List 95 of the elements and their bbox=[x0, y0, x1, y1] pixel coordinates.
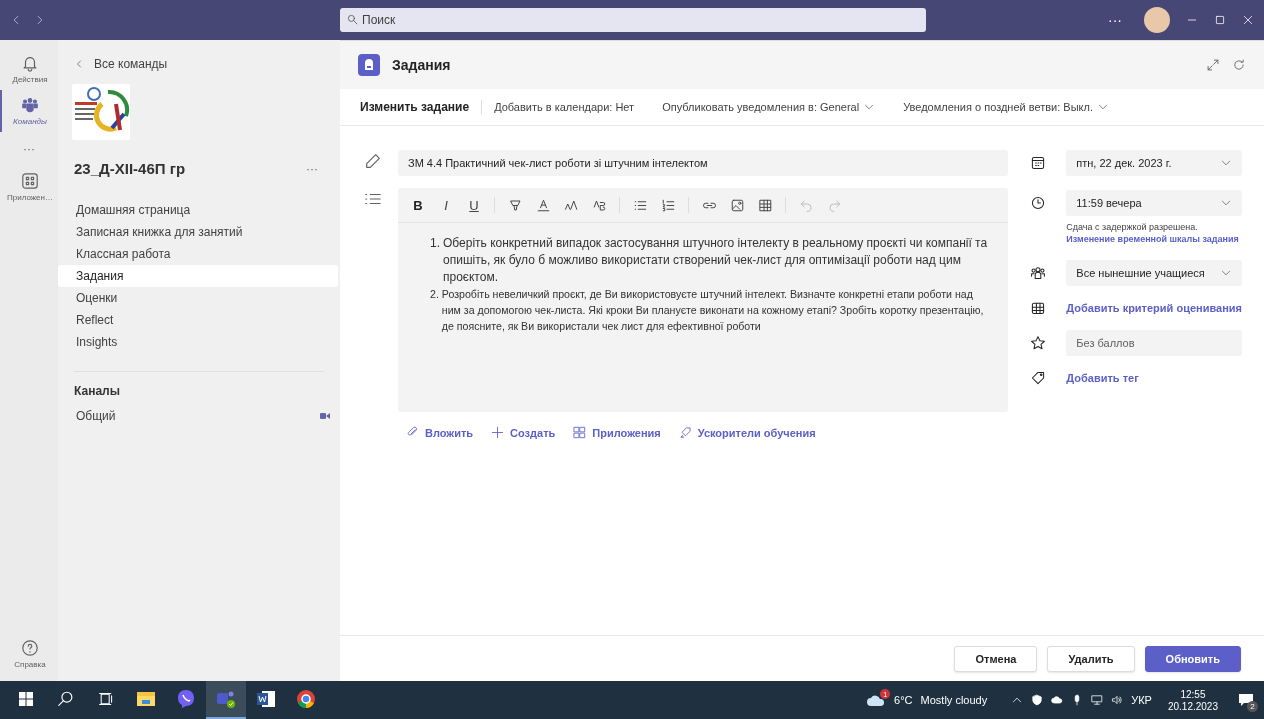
instructions-editor[interactable] bbox=[398, 188, 1009, 412]
expand-icon bbox=[1206, 58, 1220, 72]
attachment-action[interactable]: Приложения bbox=[573, 426, 661, 439]
search-glyph-icon bbox=[57, 690, 75, 708]
instruction-text: Розробіть невеличкий проєкт, де Ви використовуєте штучний інтелект. Визначте конкретні етапи роботи над ним за допомогою чек-листа. Які кроки Ви плануєте виконати на кожному етапі? Зробіть коротку презентацію, де поясните, як Ви використали чек лист для ефективної роботи bbox=[441, 287, 985, 334]
rail-item[interactable]: Приложен… bbox=[0, 166, 58, 208]
attachment-action[interactable]: Вложить bbox=[406, 426, 474, 439]
nav-item[interactable]: Записная книжка для занятий bbox=[58, 221, 338, 243]
temperature: 6°C bbox=[894, 694, 913, 706]
channel-item[interactable]: Общий bbox=[58, 404, 340, 428]
backpack-icon bbox=[358, 54, 380, 76]
format-button[interactable]: U bbox=[462, 193, 486, 217]
timeline-link[interactable]: Изменение временной шкалы задания bbox=[1066, 234, 1242, 244]
nav-item[interactable]: Insights bbox=[58, 331, 338, 353]
setting-dropdown[interactable]: Уведомления о поздней ветви: Выкл. bbox=[903, 101, 1109, 113]
video-camera-icon bbox=[320, 412, 330, 420]
weather-text: Mostly cloudy bbox=[920, 694, 988, 706]
clock-time: 12:55 bbox=[1180, 688, 1206, 700]
points-field[interactable]: Без баллов bbox=[1066, 330, 1242, 356]
maximize-icon bbox=[1214, 14, 1226, 26]
nav-item[interactable]: Оценки bbox=[58, 287, 338, 309]
nav-item[interactable]: Reflect bbox=[58, 309, 338, 331]
rail-item[interactable]: Действия bbox=[0, 48, 58, 90]
setting-dropdown[interactable]: Опубликовать уведомления в: General bbox=[662, 101, 876, 113]
font-color-glyph-icon bbox=[535, 197, 551, 213]
task-view-icon bbox=[98, 691, 114, 707]
due-date-dropdown[interactable]: птн, 22 дек. 2023 г. bbox=[1066, 150, 1242, 176]
nav-item[interactable]: Задания bbox=[58, 265, 338, 287]
add-tag-link[interactable]: Добавить тег bbox=[1066, 372, 1242, 384]
folder-icon bbox=[137, 691, 155, 707]
more-apps-button[interactable]: ··· bbox=[23, 132, 35, 166]
back-link[interactable]: Все команды bbox=[58, 56, 174, 72]
format-button[interactable]: B bbox=[406, 193, 430, 217]
chat-bubble-icon bbox=[176, 689, 196, 709]
close-icon bbox=[1242, 14, 1254, 26]
footer-button[interactable]: Отмена bbox=[954, 645, 1038, 672]
channels-heading: Каналы bbox=[74, 371, 324, 398]
onedrive-cloud-icon bbox=[1051, 694, 1064, 706]
speaker-icon bbox=[1111, 694, 1124, 706]
title-field[interactable]: ЗМ 4.4 Практичний чек-лист роботи зі штучним інтелектом bbox=[398, 150, 1009, 176]
help-button[interactable]: Справка bbox=[0, 633, 58, 675]
due-time-dropdown[interactable]: 11:59 вечера bbox=[1066, 190, 1242, 216]
list-number: 1. bbox=[430, 235, 440, 252]
network-icon bbox=[1091, 694, 1104, 706]
list-number: 2. bbox=[430, 287, 439, 302]
assign-to-dropdown[interactable]: Все нынешние учащиеся bbox=[1066, 260, 1242, 286]
team-name: 23_Д-XII-46П гр bbox=[74, 160, 186, 177]
bell-icon bbox=[21, 54, 39, 72]
setting-dropdown[interactable]: Добавить в календари: Нет bbox=[494, 101, 635, 113]
nav-item[interactable]: Домашняя страница bbox=[58, 199, 338, 221]
late-submission-note: Сдача с задержкой разрешена. bbox=[1066, 222, 1199, 232]
picture-icon bbox=[729, 197, 745, 213]
apps-icon bbox=[21, 172, 39, 190]
app-title: Задания bbox=[392, 57, 451, 73]
attachment-action[interactable]: Ускорители обучения bbox=[678, 426, 816, 439]
star-icon bbox=[1030, 335, 1047, 351]
paperclip-icon bbox=[406, 426, 419, 439]
people-icon bbox=[21, 96, 39, 114]
numbers-icon bbox=[660, 197, 676, 213]
back-chevron-icon bbox=[74, 59, 84, 69]
windows-logo-icon bbox=[19, 692, 33, 706]
clock-icon bbox=[1030, 195, 1047, 211]
plus-icon bbox=[491, 426, 505, 439]
people-icon bbox=[1030, 265, 1047, 281]
refresh-icon bbox=[1232, 58, 1246, 72]
instruction-text: Оберіть конкретний випадок застосування штучного інтелекту в реальному проєкті чи компанії та опишіть, як було б можливо використати створений чек-лист для оптимізації роботи над цим проєктом. bbox=[443, 235, 989, 286]
search-field[interactable]: Поиск bbox=[340, 8, 926, 32]
language-indicator[interactable]: УКР bbox=[1131, 694, 1152, 706]
document-icon bbox=[256, 690, 276, 708]
attachment-action[interactable]: Создать bbox=[491, 426, 556, 439]
tag-icon bbox=[1030, 370, 1047, 386]
clock-date: 20.12.2023 bbox=[1167, 700, 1218, 712]
add-rubric-link[interactable]: Добавить критерий оценивания bbox=[1066, 302, 1242, 314]
footer-button[interactable]: Удалить bbox=[1047, 645, 1135, 672]
pencil-icon bbox=[364, 152, 382, 170]
footer-button[interactable]: Обновить bbox=[1144, 645, 1241, 672]
grid-icon bbox=[757, 197, 773, 213]
avatar[interactable] bbox=[1144, 7, 1170, 33]
shield-icon bbox=[1031, 694, 1044, 706]
browser-icon bbox=[296, 689, 316, 709]
notifications-button[interactable]: 2 bbox=[1234, 688, 1258, 712]
redo-arrow-icon bbox=[826, 197, 842, 213]
rubric-grid-icon bbox=[1030, 300, 1047, 316]
calendar-icon bbox=[1030, 155, 1047, 171]
team-chat-icon bbox=[216, 689, 236, 709]
undo-arrow-icon bbox=[798, 197, 814, 213]
nav-item[interactable]: Классная работа bbox=[58, 243, 338, 265]
help-icon bbox=[21, 639, 39, 657]
edit-assignment-title: Изменить задание bbox=[360, 100, 483, 114]
more-options-button[interactable]: ··· bbox=[300, 160, 324, 177]
apps-icon bbox=[573, 426, 587, 439]
more-button[interactable]: ··· bbox=[1102, 11, 1128, 29]
cloud-icon bbox=[866, 693, 887, 707]
search-icon bbox=[347, 14, 358, 25]
format-button[interactable]: I bbox=[434, 193, 458, 217]
